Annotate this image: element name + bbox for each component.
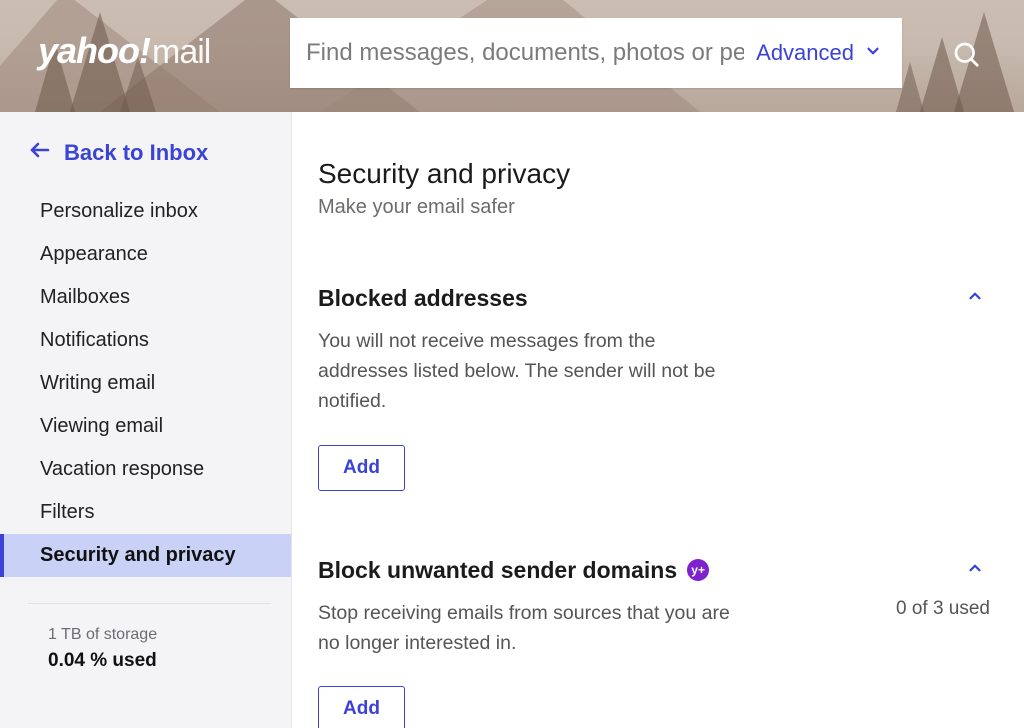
page-title: Security and privacy bbox=[318, 158, 990, 190]
add-blocked-address-button[interactable]: Add bbox=[318, 445, 405, 491]
settings-main: Security and privacy Make your email saf… bbox=[292, 112, 1024, 728]
storage-info: 1 TB of storage 0.04 % used bbox=[0, 626, 291, 712]
collapse-toggle[interactable] bbox=[960, 281, 990, 316]
section-description: Stop receiving emails from sources that … bbox=[318, 598, 748, 658]
nav-item-label: Mailboxes bbox=[40, 286, 130, 308]
app-header: yahoo!mail Advanced bbox=[0, 0, 1024, 112]
nav-item-label: Writing email bbox=[40, 372, 155, 394]
section-header: Blocked addresses bbox=[318, 281, 990, 316]
logo[interactable]: yahoo!mail bbox=[38, 30, 210, 72]
collapse-toggle[interactable] bbox=[960, 553, 990, 588]
nav-item-label: Appearance bbox=[40, 243, 148, 265]
storage-total: 1 TB of storage bbox=[48, 626, 291, 644]
section-title: Blocked addresses bbox=[318, 285, 528, 312]
section-block-domains: Block unwanted sender domains y+ Stop re… bbox=[318, 553, 990, 728]
back-label: Back to Inbox bbox=[64, 140, 208, 166]
back-to-inbox-link[interactable]: Back to Inbox bbox=[0, 112, 291, 190]
nav-item-vacation[interactable]: Vacation response bbox=[0, 448, 291, 491]
nav-item-label: Vacation response bbox=[40, 458, 204, 480]
settings-nav: Personalize inbox Appearance Mailboxes N… bbox=[0, 190, 291, 591]
nav-item-label: Security and privacy bbox=[40, 544, 236, 566]
section-title-text: Block unwanted sender domains bbox=[318, 557, 677, 584]
nav-item-appearance[interactable]: Appearance bbox=[0, 233, 291, 276]
yahoo-plus-badge-icon: y+ bbox=[687, 559, 709, 581]
nav-item-filters[interactable]: Filters bbox=[0, 491, 291, 534]
section-description: You will not receive messages from the a… bbox=[318, 326, 748, 417]
chevron-up-icon bbox=[966, 564, 984, 581]
page-subtitle: Make your email safer bbox=[318, 196, 990, 219]
nav-item-notifications[interactable]: Notifications bbox=[0, 319, 291, 362]
chevron-up-icon bbox=[966, 292, 984, 309]
domain-quota-counter: 0 of 3 used bbox=[896, 598, 990, 620]
nav-item-security[interactable]: Security and privacy bbox=[0, 534, 291, 577]
nav-item-writing-email[interactable]: Writing email bbox=[0, 362, 291, 405]
logo-sub: mail bbox=[152, 33, 210, 71]
logo-main: yahoo! bbox=[38, 30, 150, 71]
arrow-left-icon bbox=[28, 138, 52, 168]
advanced-search-link[interactable]: Advanced bbox=[744, 40, 886, 66]
nav-item-label: Personalize inbox bbox=[40, 200, 198, 222]
nav-item-viewing-email[interactable]: Viewing email bbox=[0, 405, 291, 448]
sidebar-divider bbox=[28, 603, 271, 604]
settings-sidebar: Back to Inbox Personalize inbox Appearan… bbox=[0, 112, 292, 728]
nav-item-mailboxes[interactable]: Mailboxes bbox=[0, 276, 291, 319]
section-title: Block unwanted sender domains y+ bbox=[318, 557, 709, 584]
search-button[interactable] bbox=[948, 38, 984, 74]
nav-item-label: Filters bbox=[40, 501, 94, 523]
chevron-down-icon bbox=[864, 40, 882, 66]
add-blocked-domain-button[interactable]: Add bbox=[318, 686, 405, 728]
storage-used: 0.04 % used bbox=[48, 650, 291, 672]
search-bar: Advanced bbox=[290, 18, 902, 88]
section-title-text: Blocked addresses bbox=[318, 285, 528, 312]
section-blocked-addresses: Blocked addresses You will not receive m… bbox=[318, 281, 990, 491]
nav-item-label: Viewing email bbox=[40, 415, 163, 437]
section-header: Block unwanted sender domains y+ bbox=[318, 553, 990, 588]
search-icon bbox=[951, 39, 981, 74]
section-body: Stop receiving emails from sources that … bbox=[318, 598, 990, 658]
nav-item-label: Notifications bbox=[40, 329, 149, 351]
advanced-label: Advanced bbox=[756, 40, 854, 66]
nav-item-personalize[interactable]: Personalize inbox bbox=[0, 190, 291, 233]
app-body: Back to Inbox Personalize inbox Appearan… bbox=[0, 112, 1024, 728]
search-input[interactable] bbox=[306, 18, 744, 88]
